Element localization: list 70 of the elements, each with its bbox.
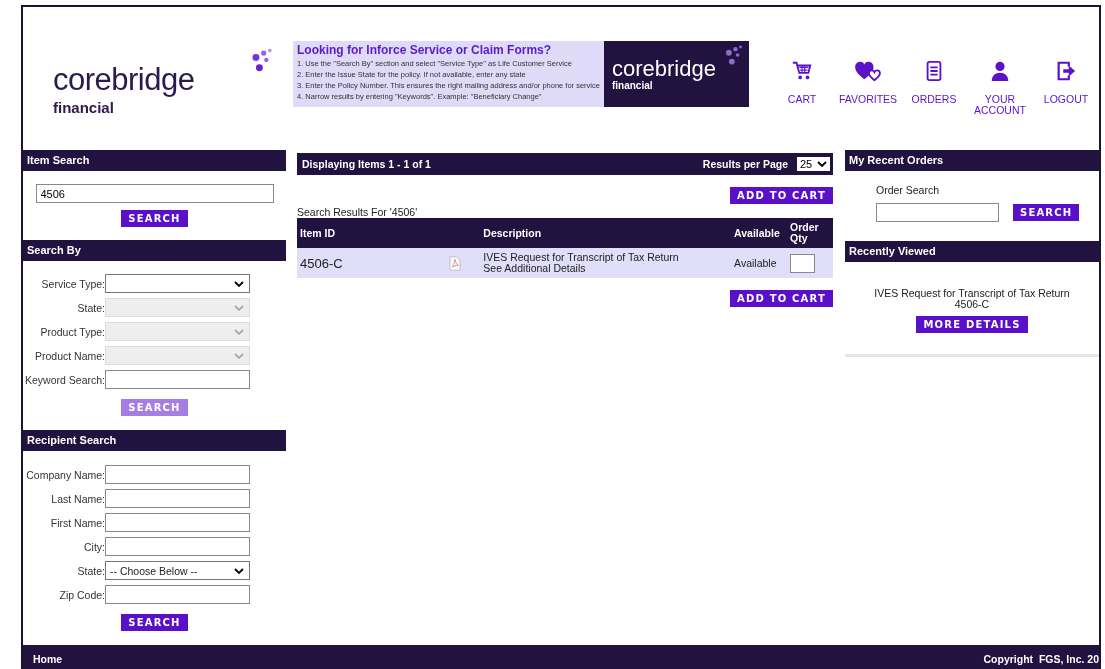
viewed-item-id: 4506-C (954, 299, 990, 310)
field-label: Service Type: (40, 277, 105, 290)
field-label: Product Type: (39, 325, 105, 338)
search-button[interactable]: SEARCH (1013, 204, 1080, 221)
more-details-button[interactable]: MORE DETAILS (916, 316, 1028, 333)
details-link[interactable]: See Additional Details (483, 263, 729, 274)
results-caption: Search Results For '4506' (297, 206, 419, 218)
pdf-icon[interactable] (449, 255, 462, 271)
results-summary: Displaying Items 1 - 1 of 1 (302, 158, 431, 170)
nav-link[interactable]: FAVORITES (835, 60, 901, 116)
text-field[interactable] (105, 513, 250, 532)
nav-link[interactable]: ORDERS (901, 60, 967, 116)
field-label: Company Name: (25, 468, 105, 481)
chevron-icon (234, 567, 244, 574)
field-label: First Name: (49, 516, 105, 529)
dropdown[interactable]: -- Choose Below -- (105, 561, 250, 580)
nav-link[interactable]: CART (769, 60, 835, 116)
order-search-field[interactable] (876, 203, 999, 222)
nav-link[interactable]: YOUR ACCOUNT (967, 60, 1033, 116)
availability: Available (734, 257, 777, 269)
user-icon (989, 60, 1011, 82)
home-link[interactable]: Home (33, 653, 63, 665)
text-field[interactable] (105, 537, 250, 556)
info-banner[interactable] (293, 41, 749, 107)
panel-header: Item Search (23, 150, 286, 171)
quantity-field[interactable] (790, 253, 816, 273)
panel-header: Recipient Search (23, 430, 286, 451)
nav-link[interactable]: LOGOUT (1033, 60, 1099, 116)
field-label: City: (83, 540, 105, 553)
field-label: Product Name: (33, 349, 105, 362)
panel-header: Search By (23, 240, 286, 261)
copyright-text: Copyright FGS, Inc. 20 (983, 653, 1099, 665)
chevron-icon (817, 161, 827, 167)
field-label: Zip Code: (58, 588, 105, 601)
hearts-icon (853, 60, 883, 82)
panel-header: My Recent Orders (845, 150, 1099, 171)
logout-icon (1055, 60, 1077, 82)
chevron-icon (234, 328, 244, 335)
column-header: Available (731, 218, 788, 248)
text-field[interactable] (105, 585, 250, 604)
add-to-cart-button[interactable]: ADD TO CART (730, 187, 833, 204)
column-header: Item ID (297, 218, 447, 248)
viewed-item-name: IVES Request for Transcript of Tax Return (874, 288, 1070, 299)
search-button[interactable]: SEARCH (121, 210, 188, 227)
banner-title: Looking for Inforce Service or Claim Forms? (297, 43, 553, 58)
field-label: State: (76, 301, 105, 314)
dropdown[interactable] (105, 274, 250, 293)
text-field[interactable] (105, 370, 250, 389)
field-label: State: (76, 564, 105, 577)
add-to-cart-button[interactable]: ADD TO CART (730, 290, 833, 307)
order-search-label: Order Search (876, 184, 941, 196)
search-button[interactable]: SEARCH (121, 614, 188, 631)
per-page-label: Results per Page (702, 158, 788, 170)
chevron-icon (234, 304, 244, 311)
item-id: 4506-C (300, 255, 343, 271)
chevron-icon (234, 352, 244, 359)
item-search-field[interactable]: 4506 (35, 184, 274, 203)
field-label: Keyword Search: (24, 373, 105, 386)
text-field[interactable] (105, 465, 250, 484)
item-description: IVES Request for Transcript of Tax Return (483, 252, 680, 263)
banner-logo: corebridge financial (603, 41, 749, 107)
panel-header: Recently Viewed (845, 241, 1099, 262)
column-header: Description (480, 218, 732, 248)
field-label: Last Name: (50, 492, 105, 505)
column-header: Order Qty (787, 218, 833, 248)
company-logo[interactable]: corebridge financial (53, 47, 275, 117)
chevron-icon (234, 280, 244, 287)
text-field[interactable] (105, 489, 250, 508)
per-page-dropdown[interactable]: 25 (797, 157, 830, 171)
cart-icon (791, 60, 813, 82)
